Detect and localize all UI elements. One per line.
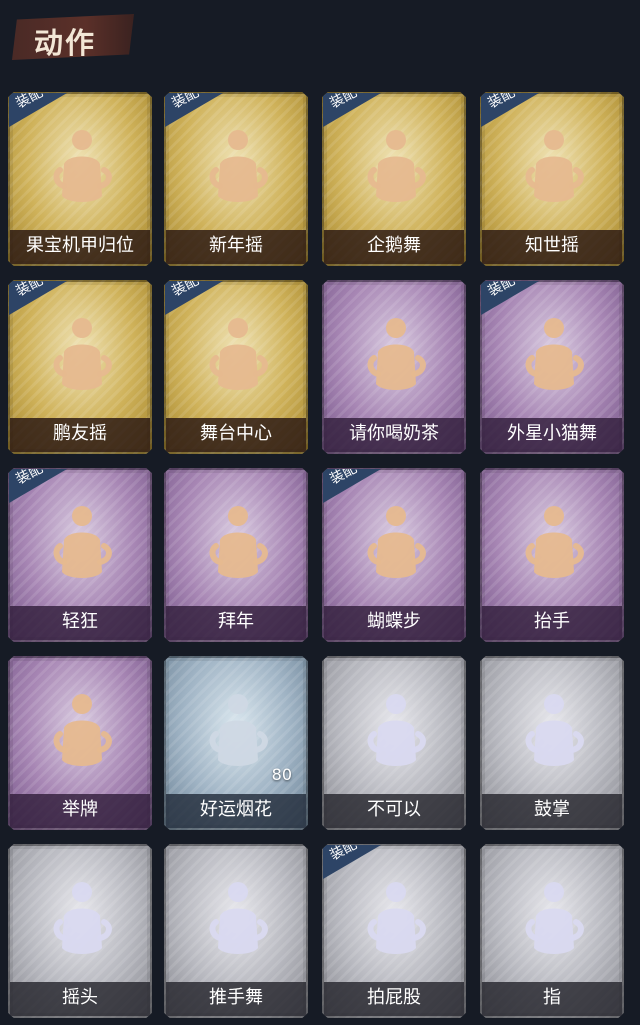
page-title: 动作 [34,26,97,60]
action-label: 外星小猫舞 [507,423,597,444]
action-label: 蝴蝶步 [367,611,421,632]
equipped-badge: 装配 [9,281,67,315]
pose-figure-icon [364,314,428,398]
action-card[interactable]: 装配轻狂 [8,468,152,642]
action-card[interactable]: 装配新年摇 [164,92,308,266]
action-label: 知世摇 [525,235,579,256]
action-card[interactable]: 装配外星小猫舞 [480,280,624,454]
action-label: 举牌 [62,799,98,820]
item-count: 80 [271,765,292,784]
action-card[interactable]: 装配蝴蝶步 [322,468,466,642]
pose-figure-icon [364,690,428,774]
action-card[interactable]: 举牌 [8,656,152,830]
pose-figure-icon [522,878,586,962]
pose-figure-icon [50,502,114,586]
equipped-label: 装配 [485,272,518,300]
equipped-badge: 装配 [9,469,67,503]
equipped-badge: 装配 [323,93,381,127]
pose-figure-icon [206,878,270,962]
equipped-badge: 装配 [323,469,381,503]
action-label: 不可以 [367,799,421,820]
action-card[interactable]: 不可以 [322,656,466,830]
header: 动作 [0,0,640,88]
action-card[interactable]: 摇头 [8,844,152,1018]
action-label: 拍屁股 [367,987,421,1008]
equipped-badge: 装配 [9,93,67,127]
action-label: 新年摇 [209,235,263,256]
pose-figure-icon [522,690,586,774]
pose-figure-icon [364,502,428,586]
action-card[interactable]: 抬手 [480,468,624,642]
pose-figure-icon [50,314,114,398]
equipped-label: 装配 [327,836,360,864]
action-label: 摇头 [62,987,98,1008]
pose-figure-icon [50,878,114,962]
action-card[interactable]: 鼓掌 [480,656,624,830]
action-label: 鹏友摇 [53,423,107,444]
action-card[interactable]: 推手舞 [164,844,308,1018]
equipped-badge: 装配 [481,281,539,315]
pose-figure-icon [522,126,586,210]
action-card[interactable]: 装配舞台中心 [164,280,308,454]
pose-figure-icon [522,502,586,586]
action-card[interactable]: 装配鹏友摇 [8,280,152,454]
equipped-label: 装配 [169,272,202,300]
equipped-label: 装配 [327,460,360,488]
action-label: 推手舞 [209,987,263,1008]
action-label: 鼓掌 [534,799,570,820]
action-card[interactable]: 装配果宝机甲归位 [8,92,152,266]
action-card[interactable]: 拜年 [164,468,308,642]
pose-figure-icon [206,690,270,774]
action-card[interactable]: 指 [480,844,624,1018]
action-label: 企鹅舞 [367,235,421,256]
pose-figure-icon [206,314,270,398]
action-card[interactable]: 80 好运烟花 [164,656,308,830]
pose-figure-icon [364,126,428,210]
action-label: 果宝机甲归位 [26,235,134,256]
equipped-badge: 装配 [481,93,539,127]
equipped-label: 装配 [13,272,46,300]
pose-figure-icon [50,690,114,774]
action-label: 拜年 [218,611,254,632]
pose-figure-icon [206,126,270,210]
action-grid: 装配 果宝机甲归位 装配 新年摇 装配 企鹅舞 装配 知世摇 装配 鹏友摇 装配 舞台中心 请你喝奶茶装… [0,90,640,1025]
equipped-badge: 装配 [165,93,223,127]
action-label: 指 [543,987,561,1008]
action-label: 轻狂 [62,611,98,632]
pose-figure-icon [522,314,586,398]
action-card[interactable]: 装配企鹅舞 [322,92,466,266]
action-label: 抬手 [534,611,570,632]
equipped-badge: 装配 [323,845,381,879]
action-label: 好运烟花 [200,799,272,820]
pose-figure-icon [364,878,428,962]
equipped-badge: 装配 [165,281,223,315]
action-card[interactable]: 装配知世摇 [480,92,624,266]
pose-figure-icon [50,126,114,210]
action-card[interactable]: 装配拍屁股 [322,844,466,1018]
pose-figure-icon [206,502,270,586]
action-card[interactable]: 请你喝奶茶 [322,280,466,454]
action-label: 请你喝奶茶 [349,423,439,444]
equipped-label: 装配 [13,460,46,488]
action-label: 舞台中心 [200,423,272,444]
